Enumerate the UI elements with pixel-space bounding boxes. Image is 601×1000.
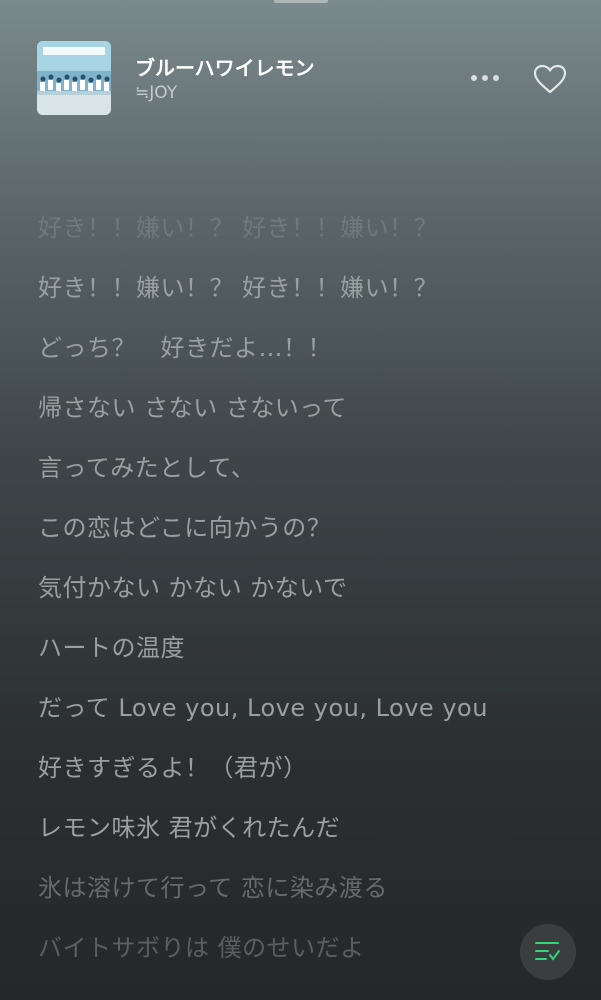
lyric-line[interactable]: この恋はどこに向かうの？ — [38, 510, 488, 546]
like-button[interactable] — [531, 60, 569, 98]
album-cover-art — [37, 41, 111, 115]
lyric-line[interactable]: どっち？ 好きだよ…！！ — [38, 330, 488, 366]
artist-name[interactable]: ≒JOY — [135, 83, 177, 103]
more-dots-icon — [471, 75, 499, 81]
queue-button[interactable] — [520, 924, 576, 980]
lyric-line[interactable]: だって Love you, Love you, Love you — [38, 690, 488, 726]
lyric-line[interactable]: バイトサボりは 僕のせいだよ — [38, 930, 488, 966]
lyrics-list[interactable]: 好き！！嫌い！？ 好き！！嫌い！？ 好き！！嫌い！？ 好き！！嫌い！？ どっち？… — [38, 210, 488, 990]
song-title[interactable]: ブルーハワイレモン — [135, 52, 315, 81]
more-options-button[interactable] — [469, 62, 501, 94]
sheet-grab-handle[interactable] — [274, 0, 328, 3]
lyric-line[interactable]: 好き！！嫌い！？ 好き！！嫌い！？ — [38, 270, 488, 306]
queue-list-icon — [535, 942, 560, 961]
lyric-line[interactable]: 気付かない かない かないで — [38, 570, 488, 606]
lyric-line[interactable]: 言ってみたとして、 — [38, 450, 488, 486]
lyric-line[interactable]: 帰さない さない さないって — [38, 390, 488, 426]
now-playing-header: ブルーハワイレモン ≒JOY — [37, 40, 571, 116]
album-cover — [37, 41, 111, 115]
lyric-line[interactable]: レモン味氷 君がくれたんだ — [38, 810, 488, 846]
lyric-line[interactable]: ハートの温度 — [38, 630, 488, 666]
heart-outline-icon — [533, 64, 567, 94]
lyric-line[interactable]: 好き！！嫌い！？ 好き！！嫌い！？ — [38, 210, 488, 246]
lyric-line[interactable]: 好きすぎるよ！（君が） — [38, 750, 488, 786]
lyric-line[interactable]: 氷は溶けて行って 恋に染み渡る — [38, 870, 488, 906]
